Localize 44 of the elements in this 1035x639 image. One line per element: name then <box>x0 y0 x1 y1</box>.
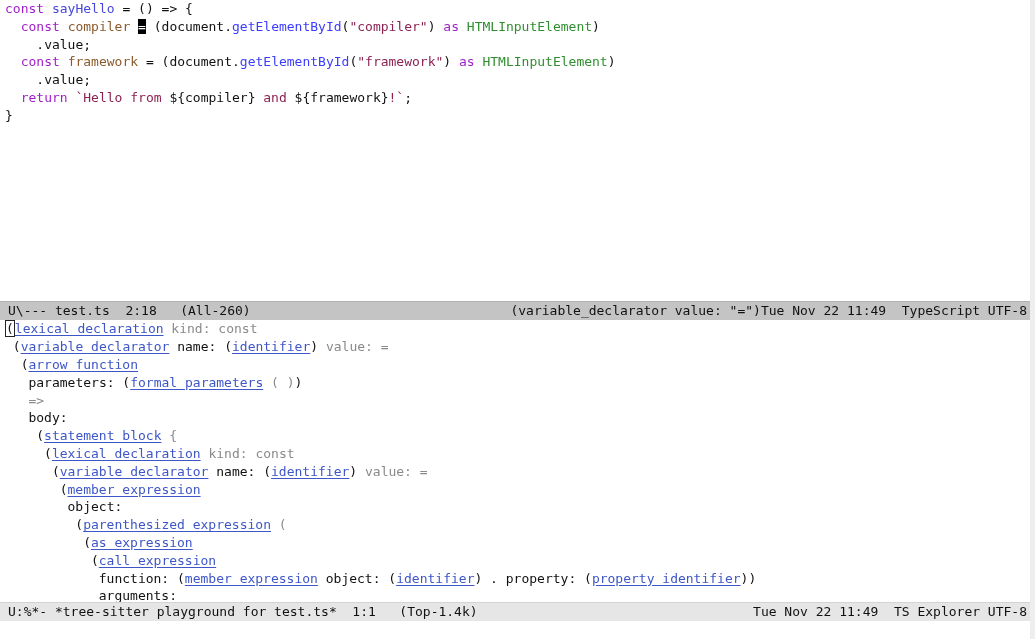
code-line: .value; <box>35 71 93 89</box>
mode-line-text: U\--- test.ts 2:18 (All-260) <box>8 302 251 321</box>
mode-line-text: (variable_declarator value: "=")Tue Nov 22 11:49 TypeScript UTF-8 <box>510 302 1027 321</box>
node-link[interactable]: member_expression <box>67 481 201 497</box>
node-link[interactable]: identifier <box>271 463 350 479</box>
node-link[interactable]: member_expression <box>184 570 318 586</box>
tree-line: (arrow_function <box>20 356 140 374</box>
tree-line: (lexical_declaration kind: const <box>5 320 259 339</box>
node-link[interactable]: identifier <box>232 339 311 355</box>
node-link[interactable]: identifier <box>396 570 475 586</box>
node-link[interactable]: property_identifier <box>591 570 741 586</box>
node-link[interactable]: formal_parameters <box>130 374 264 390</box>
mode-line-text: U:%*- *tree-sitter playground for test.ts* 1:1 (Top-1.4k) <box>8 603 478 621</box>
code-line: .value; <box>35 35 93 54</box>
code-line: const compiler = (document.getElementById("compiler") as HTMLInputElement) <box>19 17 601 36</box>
tree-line: => <box>28 391 46 410</box>
tree-line: (member_expression <box>59 480 202 499</box>
code-line: } <box>5 106 14 125</box>
tree-line: function: (member_expression object: (identifier) . property: (property_identifier)) <box>98 569 758 588</box>
tree-line: object: <box>67 498 124 517</box>
tree-line: parameters: (formal_parameters ( )) <box>28 373 304 392</box>
node-link[interactable]: call_expression <box>98 552 217 568</box>
tree-line: (as_expression <box>83 534 194 552</box>
code-line: const sayHello = () => { <box>5 0 194 18</box>
code-line: return `Hello from ${compiler} and ${framework}!`; <box>19 89 413 107</box>
node-link[interactable]: lexical_declaration <box>51 446 201 462</box>
node-link[interactable]: lexical_declaration <box>14 321 164 337</box>
tree-line: (lexical_declaration kind: const <box>44 445 296 463</box>
node-link[interactable]: statement_block <box>44 428 162 444</box>
text-cursor: ( <box>5 320 15 338</box>
node-link[interactable]: parenthesized_expression <box>83 517 271 533</box>
text-cursor: = <box>138 18 146 34</box>
node-link[interactable]: variable_declarator <box>20 339 170 355</box>
tree-line: (variable_declarator name: (identifier) value: = <box>12 338 390 357</box>
node-link[interactable]: arrow_function <box>28 357 139 373</box>
node-link[interactable]: variable_declarator <box>59 463 209 479</box>
code-line: const framework = (document.getElementById("framework") as HTMLInputElement) <box>19 53 617 72</box>
mode-line-text: Tue Nov 22 11:49 TS Explorer UTF-8 <box>753 603 1027 621</box>
node-link[interactable]: as_expression <box>90 535 193 551</box>
tree-line: (variable_declarator name: (identifier) value: = <box>51 462 429 481</box>
tree-line: (parenthesized_expression ( <box>75 516 288 535</box>
tree-line: (statement_block { <box>36 427 179 446</box>
tree-line: (call_expression <box>90 551 218 570</box>
tree-line: body: <box>28 409 69 428</box>
